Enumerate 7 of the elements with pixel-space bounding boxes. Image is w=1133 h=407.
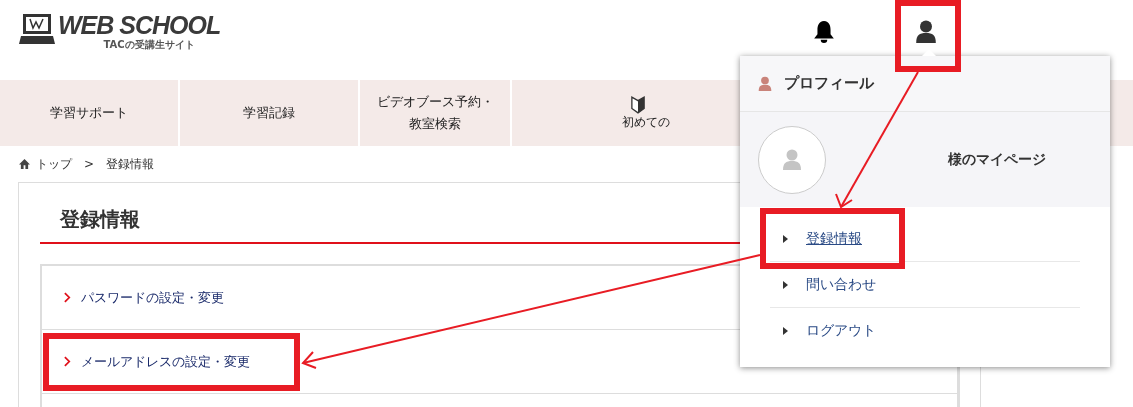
dropdown-title: プロフィール: [784, 74, 874, 93]
breadcrumb-current: 登録情報: [106, 155, 155, 173]
logo-wordmark: WEB SCHOOL: [58, 12, 221, 38]
breadcrumb-separator: >: [84, 157, 95, 171]
logo-tagline: TACの受講生サイト: [103, 38, 195, 52]
mypage-greeting: 様のマイページ: [948, 150, 1046, 169]
page-title: 登録情報: [60, 206, 141, 233]
